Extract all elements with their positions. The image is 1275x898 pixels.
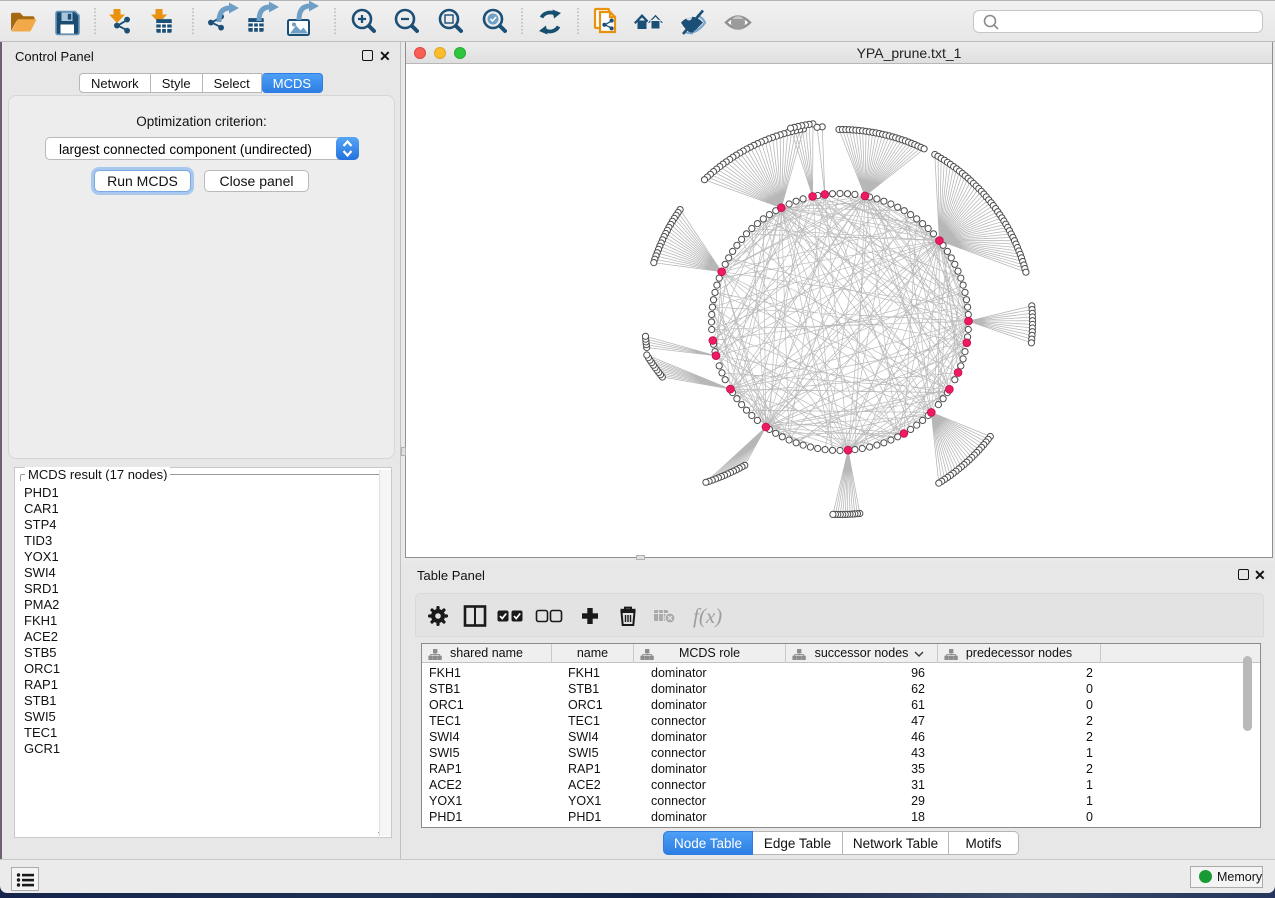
svg-text:f(x): f(x) xyxy=(693,604,722,628)
